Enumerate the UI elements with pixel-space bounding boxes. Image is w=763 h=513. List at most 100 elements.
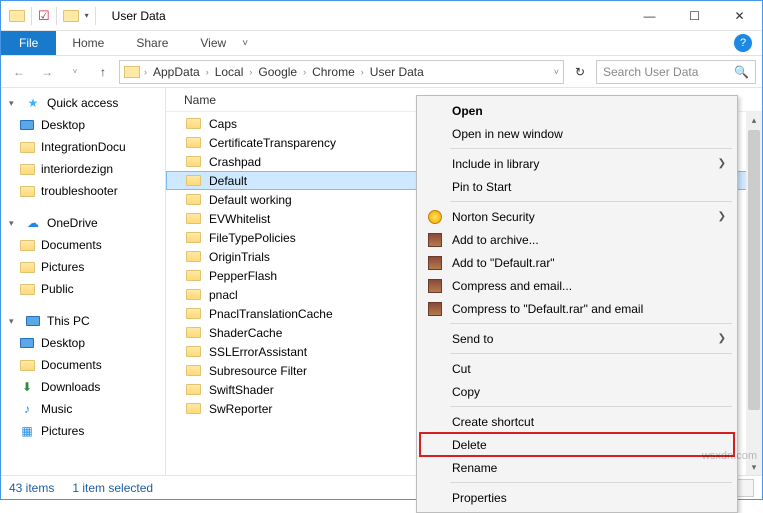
forward-button[interactable]: → <box>35 60 59 84</box>
chevron-right-icon[interactable]: › <box>206 67 209 77</box>
collapse-icon[interactable]: ▾ <box>9 316 19 327</box>
crumb[interactable]: User Data <box>366 65 428 79</box>
music-icon: ♪ <box>19 401 35 417</box>
norton-icon <box>428 210 442 224</box>
ctx-delete[interactable]: Delete <box>420 433 734 456</box>
folder-icon <box>124 66 140 78</box>
separator <box>95 7 96 25</box>
thispc-root[interactable]: ▾ This PC <box>1 310 165 332</box>
ctx-pin-start[interactable]: Pin to Start <box>420 175 734 198</box>
sidebar-item[interactable]: troubleshooter <box>1 180 165 202</box>
folder-icon <box>20 164 35 175</box>
properties-icon[interactable]: ☑ <box>38 8 50 24</box>
app-icon[interactable] <box>9 10 25 22</box>
up-button[interactable]: ↑ <box>91 60 115 84</box>
minimize-button[interactable]: — <box>627 1 672 30</box>
crumb[interactable]: Local <box>211 65 248 79</box>
folder-icon <box>186 175 201 186</box>
winrar-icon <box>428 279 442 293</box>
ctx-compress-email[interactable]: Compress and email... <box>420 274 734 297</box>
winrar-icon <box>428 256 442 270</box>
chevron-right-icon[interactable]: › <box>249 67 252 77</box>
separator <box>450 323 732 324</box>
pc-icon <box>25 313 41 329</box>
navigation-pane[interactable]: ▾ ★ Quick access Desktop IntegrationDocu… <box>1 88 166 475</box>
chevron-right-icon: ❯ <box>718 158 726 169</box>
scrollbar-thumb[interactable] <box>748 130 760 410</box>
folder-icon <box>186 270 201 281</box>
collapse-icon[interactable]: ▾ <box>9 218 19 229</box>
new-folder-icon[interactable] <box>63 10 79 22</box>
downloads-icon: ⬇ <box>19 379 35 395</box>
watermark: wsxdn.com <box>702 450 757 462</box>
separator <box>450 482 732 483</box>
sidebar-item[interactable]: interiordezign <box>1 158 165 180</box>
winrar-icon <box>428 302 442 316</box>
sidebar-item[interactable]: Documents <box>1 354 165 376</box>
sidebar-item[interactable]: IntegrationDocu <box>1 136 165 158</box>
folder-icon <box>186 251 201 262</box>
ctx-cut[interactable]: Cut <box>420 357 734 380</box>
window-title: User Data <box>112 9 166 23</box>
collapse-icon[interactable]: ▾ <box>9 98 19 109</box>
crumb[interactable]: AppData <box>149 65 204 79</box>
chevron-right-icon[interactable]: › <box>303 67 306 77</box>
chevron-right-icon[interactable]: › <box>144 67 147 77</box>
chevron-right-icon[interactable]: › <box>361 67 364 77</box>
ctx-add-default[interactable]: Add to "Default.rar" <box>420 251 734 274</box>
help-icon[interactable]: ? <box>734 34 752 52</box>
folder-icon <box>186 289 201 300</box>
search-input[interactable]: Search User Data 🔍 <box>596 60 756 84</box>
ctx-copy[interactable]: Copy <box>420 380 734 403</box>
ribbon-collapse-icon[interactable]: ˅ <box>242 38 248 49</box>
ctx-send-to[interactable]: Send to❯ <box>420 327 734 350</box>
recent-dropdown-icon[interactable]: ˅ <box>63 60 87 84</box>
scrollbar-vertical[interactable]: ▴ ▾ <box>746 112 762 475</box>
ctx-compress-default-email[interactable]: Compress to "Default.rar" and email <box>420 297 734 320</box>
scroll-up-icon[interactable]: ▴ <box>746 112 762 128</box>
separator <box>31 7 32 25</box>
folder-icon <box>186 384 201 395</box>
sidebar-item[interactable]: ♪Music <box>1 398 165 420</box>
back-button[interactable]: ← <box>7 60 31 84</box>
onedrive-root[interactable]: ▾ ☁ OneDrive <box>1 212 165 234</box>
tab-view[interactable]: View <box>184 36 242 50</box>
ctx-create-shortcut[interactable]: Create shortcut <box>420 410 734 433</box>
sidebar-item-desktop[interactable]: Desktop <box>1 114 165 136</box>
quick-access-root[interactable]: ▾ ★ Quick access <box>1 92 165 114</box>
ctx-include-library[interactable]: Include in library❯ <box>420 152 734 175</box>
sidebar-item[interactable]: Pictures <box>1 256 165 278</box>
ctx-open[interactable]: Open <box>420 99 734 122</box>
qat-dropdown-icon[interactable]: ▾ <box>85 11 89 20</box>
ctx-rename[interactable]: Rename <box>420 456 734 479</box>
folder-icon <box>20 284 35 295</box>
ctx-properties[interactable]: Properties <box>420 486 734 509</box>
addr-dropdown-icon[interactable]: ˅ <box>554 67 559 77</box>
sidebar-item[interactable]: ⬇Downloads <box>1 376 165 398</box>
ctx-open-new[interactable]: Open in new window <box>420 122 734 145</box>
breadcrumb[interactable]: › AppData › Local › Google › Chrome › Us… <box>119 60 564 84</box>
close-button[interactable]: ✕ <box>717 1 762 30</box>
tab-file[interactable]: File <box>1 31 56 55</box>
documents-icon <box>20 360 35 371</box>
window-controls: — ☐ ✕ <box>627 1 762 30</box>
separator <box>56 7 57 25</box>
sidebar-item[interactable]: Public <box>1 278 165 300</box>
crumb[interactable]: Chrome <box>308 65 359 79</box>
folder-icon <box>20 186 35 197</box>
chevron-right-icon: ❯ <box>718 333 726 344</box>
folder-icon <box>186 403 201 414</box>
folder-icon <box>20 240 35 251</box>
sidebar-item[interactable]: Documents <box>1 234 165 256</box>
crumb[interactable]: Google <box>254 65 301 79</box>
refresh-button[interactable]: ↻ <box>568 60 592 84</box>
sidebar-item-desktop[interactable]: Desktop <box>1 332 165 354</box>
ctx-norton[interactable]: Norton Security❯ <box>420 205 734 228</box>
ctx-add-archive[interactable]: Add to archive... <box>420 228 734 251</box>
sidebar-item[interactable]: ▦Pictures <box>1 420 165 442</box>
search-icon: 🔍 <box>734 65 749 79</box>
titlebar: ☑ ▾ User Data — ☐ ✕ <box>1 1 762 31</box>
tab-home[interactable]: Home <box>56 36 120 50</box>
maximize-button[interactable]: ☐ <box>672 1 717 30</box>
tab-share[interactable]: Share <box>120 36 184 50</box>
